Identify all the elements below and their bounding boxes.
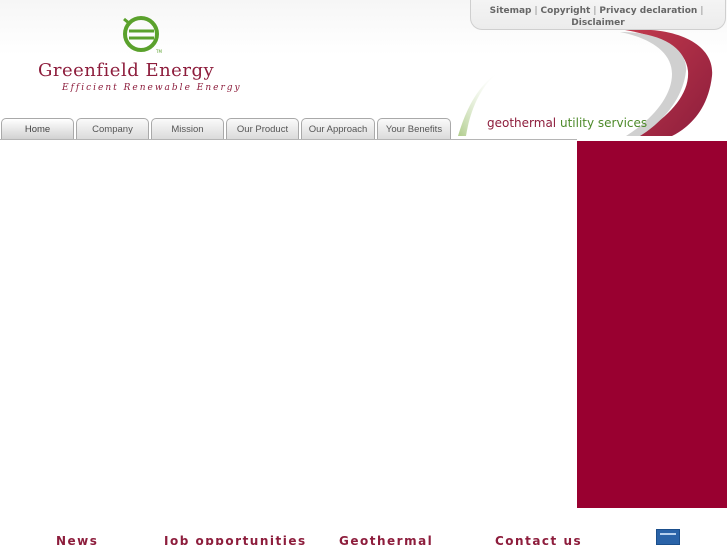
footer-link-news[interactable]: News [56, 534, 98, 545]
tab-mission[interactable]: Mission [151, 118, 224, 140]
disclaimer-link[interactable]: Disclaimer [571, 18, 624, 28]
footer-link-geothermal[interactable]: Geothermal [339, 534, 433, 545]
membership-badge-icon[interactable] [656, 529, 680, 545]
service-tagline-part2: utility services [559, 116, 648, 130]
privacy-link[interactable]: Privacy declaration [599, 6, 697, 16]
service-tagline-part1: geothermal [487, 116, 557, 130]
tab-home[interactable]: Home [1, 118, 74, 140]
footer-link-jobs[interactable]: Job opportunities [164, 534, 307, 545]
sitemap-link[interactable]: Sitemap [490, 6, 532, 16]
copyright-link[interactable]: Copyright [541, 6, 591, 16]
brand-tagline: Efficient Renewable Energy [62, 83, 242, 93]
side-panel [577, 141, 727, 508]
footer-link-contact[interactable]: Contact us [495, 534, 582, 545]
tab-company[interactable]: Company [76, 118, 149, 140]
svg-text:TM: TM [155, 49, 162, 54]
brand-name[interactable]: Greenfield Energy [38, 60, 214, 81]
tab-your-benefits[interactable]: Your Benefits [377, 118, 451, 140]
footer-links: News Job opportunities Geothermal Contac… [0, 534, 727, 545]
tab-our-product[interactable]: Our Product [226, 118, 299, 140]
utility-links: Sitemap | Copyright | Privacy declaration | D… [470, 0, 726, 30]
tab-our-approach[interactable]: Our Approach [301, 118, 375, 140]
link-separator: | [534, 6, 538, 16]
service-tagline: geothermal utility services [487, 116, 647, 130]
link-separator: | [700, 6, 704, 16]
leaf-globe-icon[interactable]: TM [120, 15, 162, 55]
nav-divider [0, 139, 577, 140]
